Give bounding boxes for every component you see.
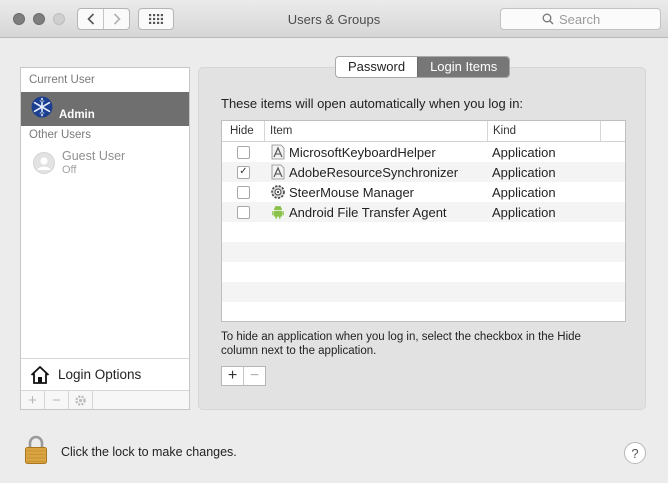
user-name-admin: Admin (59, 109, 95, 121)
table-header: Hide Item Kind (222, 121, 625, 142)
add-login-item-button[interactable]: + (222, 367, 243, 385)
login-items-intro: These items will open automatically when… (221, 96, 524, 111)
current-user-heading: Current User (29, 74, 95, 86)
remove-user-button[interactable]: − (45, 391, 69, 409)
login-item-add-remove: + − (221, 366, 266, 386)
help-button[interactable]: ? (624, 442, 646, 464)
title-bar: Users & Groups (0, 0, 668, 38)
item-name: Android File Transfer Agent (289, 204, 447, 220)
tab-bar: Password Login Items (335, 56, 511, 78)
table-row[interactable]: SteerMouse Manager Application (222, 182, 625, 202)
empty-row (222, 262, 625, 282)
lock-message: Click the lock to make changes. (61, 445, 237, 459)
remove-login-item-button[interactable]: − (243, 367, 265, 385)
login-options-item[interactable]: Login Options (21, 358, 189, 390)
house-icon (30, 365, 50, 384)
add-user-button[interactable]: + (21, 391, 45, 409)
table-body: MicrosoftKeyboardHelper Application ✓ Ad… (222, 142, 625, 321)
hide-checkbox[interactable] (237, 205, 250, 219)
empty-row (222, 282, 625, 302)
users-and-groups-window: Users & Groups Current User Admin (0, 0, 668, 483)
app-generic-icon (271, 144, 285, 160)
tab-login-items[interactable]: Login Items (417, 57, 510, 77)
other-users-heading: Other Users (29, 129, 91, 141)
empty-row (222, 302, 625, 321)
column-header-hide[interactable]: Hide (222, 121, 265, 141)
sidebar-toolbar: + − (21, 390, 189, 409)
hide-checkbox[interactable]: ✓ (237, 165, 250, 179)
table-row[interactable]: Android File Transfer Agent Application (222, 202, 625, 222)
table-row[interactable]: ✓ AdobeResourceSynchronizer Application (222, 162, 625, 182)
user-actions-button[interactable] (69, 391, 93, 409)
login-options-label: Login Options (58, 367, 142, 382)
item-name: MicrosoftKeyboardHelper (289, 144, 436, 160)
hide-checkbox[interactable] (237, 185, 250, 199)
lock-icon[interactable] (24, 435, 48, 465)
item-name: AdobeResourceSynchronizer (289, 164, 459, 180)
hide-checkbox[interactable] (237, 145, 250, 159)
item-kind: Application (492, 184, 556, 200)
gear-icon (75, 394, 86, 406)
empty-row (222, 242, 625, 262)
empty-row (222, 222, 625, 242)
search-icon (542, 13, 554, 25)
column-header-kind[interactable]: Kind (488, 121, 601, 141)
column-header-item[interactable]: Item (265, 121, 488, 141)
user-item-admin[interactable]: Admin (21, 92, 189, 126)
table-row[interactable]: MicrosoftKeyboardHelper Application (222, 142, 625, 162)
tab-password[interactable]: Password (336, 57, 417, 77)
login-items-table: Hide Item Kind MicrosoftKeyboardHelper A… (221, 120, 626, 322)
item-kind: Application (492, 164, 556, 180)
guest-avatar-icon (33, 152, 55, 174)
item-kind: Application (492, 204, 556, 220)
hide-hint-text: To hide an application when you log in, … (221, 331, 581, 357)
android-icon (272, 206, 284, 219)
item-name: SteerMouse Manager (289, 184, 415, 200)
user-status-guest: Off (62, 164, 77, 176)
search-field[interactable] (500, 8, 661, 30)
user-name-guest: Guest User (62, 149, 126, 163)
snowflake-avatar-icon (31, 96, 53, 118)
user-item-guest[interactable]: Guest User Off (21, 148, 189, 182)
search-input[interactable] (559, 11, 619, 27)
users-sidebar: Current User Admin Other Users Guest Use… (20, 67, 190, 410)
item-kind: Application (492, 144, 556, 160)
gear-app-icon (271, 185, 285, 199)
app-generic-icon (271, 164, 285, 180)
